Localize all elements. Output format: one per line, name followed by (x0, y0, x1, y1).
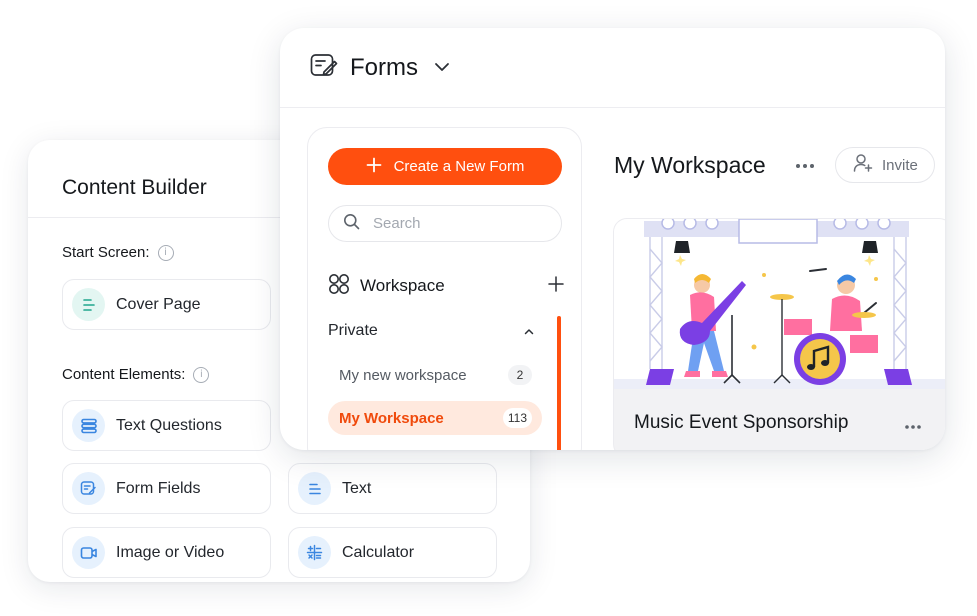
align-left-icon (72, 288, 105, 321)
workspace-sidebar: Create a New Form Workspace Private My (307, 127, 582, 450)
workspace-label: Workspace (360, 276, 445, 295)
add-workspace-icon[interactable] (548, 275, 564, 297)
divider (280, 107, 945, 108)
workspace-item-active[interactable]: My Workspace 113 (328, 401, 542, 435)
info-icon[interactable]: i (193, 366, 210, 383)
text-questions-item[interactable]: Text Questions (62, 400, 271, 451)
chevron-down-icon[interactable] (434, 59, 450, 77)
start-screen-heading: Start Screen: i (62, 244, 174, 261)
form-card-title: Music Event Sponsorship (634, 412, 849, 433)
text-lines-icon (298, 472, 331, 505)
workspace-count-badge: 2 (508, 365, 532, 385)
start-screen-label: Start Screen: (62, 244, 150, 261)
workspace-grid-icon (328, 273, 350, 300)
more-options-icon[interactable] (795, 156, 815, 174)
image-or-video-item[interactable]: Image or Video (62, 527, 271, 578)
content-elements-label: Content Elements: (62, 366, 186, 383)
list-icon (72, 409, 105, 442)
text-label: Text (342, 479, 372, 497)
workspace-item-label: My new workspace (339, 366, 467, 384)
search-input[interactable] (373, 215, 543, 232)
forms-title[interactable]: Forms (350, 54, 418, 82)
page-title: My Workspace (614, 152, 766, 178)
calculator-icon (298, 536, 331, 569)
form-fields-item[interactable]: Form Fields (62, 463, 271, 514)
image-or-video-label: Image or Video (116, 543, 225, 561)
invite-button[interactable]: Invite (835, 147, 935, 183)
search-icon (343, 213, 360, 235)
form-fields-label: Form Fields (116, 479, 201, 497)
form-edit-icon (72, 472, 105, 505)
workspace-count-badge: 113 (502, 408, 532, 428)
text-item[interactable]: Text (288, 463, 497, 514)
workspace-item-label: My Workspace (339, 409, 444, 427)
content-elements-heading: Content Elements: i (62, 366, 210, 383)
workspace-item[interactable]: My new workspace 2 (328, 358, 542, 392)
create-new-form-label: Create a New Form (393, 158, 525, 175)
more-options-icon[interactable] (904, 417, 922, 435)
calculator-item[interactable]: Calculator (288, 527, 497, 578)
forms-header: Forms (280, 28, 945, 107)
chevron-up-icon[interactable] (524, 322, 534, 340)
workspace-header: Workspace (328, 273, 564, 300)
form-card[interactable]: Music Event Sponsorship (613, 218, 945, 450)
private-group-toggle[interactable]: Private (328, 322, 534, 340)
add-user-icon (853, 153, 873, 177)
info-icon[interactable]: i (157, 244, 174, 261)
forms-icon (310, 53, 338, 82)
content-builder-title: Content Builder (62, 176, 207, 199)
forms-window: Forms Create a New Form Workspace (280, 28, 945, 450)
video-icon (72, 536, 105, 569)
create-new-form-button[interactable]: Create a New Form (328, 148, 562, 185)
scrollbar[interactable] (557, 316, 561, 450)
concert-illustration (614, 219, 945, 389)
search-box (328, 205, 562, 242)
plus-icon (366, 157, 382, 177)
text-questions-label: Text Questions (116, 416, 222, 434)
cover-page-label: Cover Page (116, 295, 201, 313)
calculator-label: Calculator (342, 543, 415, 561)
private-label: Private (328, 322, 378, 339)
cover-page-item[interactable]: Cover Page (62, 279, 271, 330)
invite-label: Invite (882, 156, 918, 174)
